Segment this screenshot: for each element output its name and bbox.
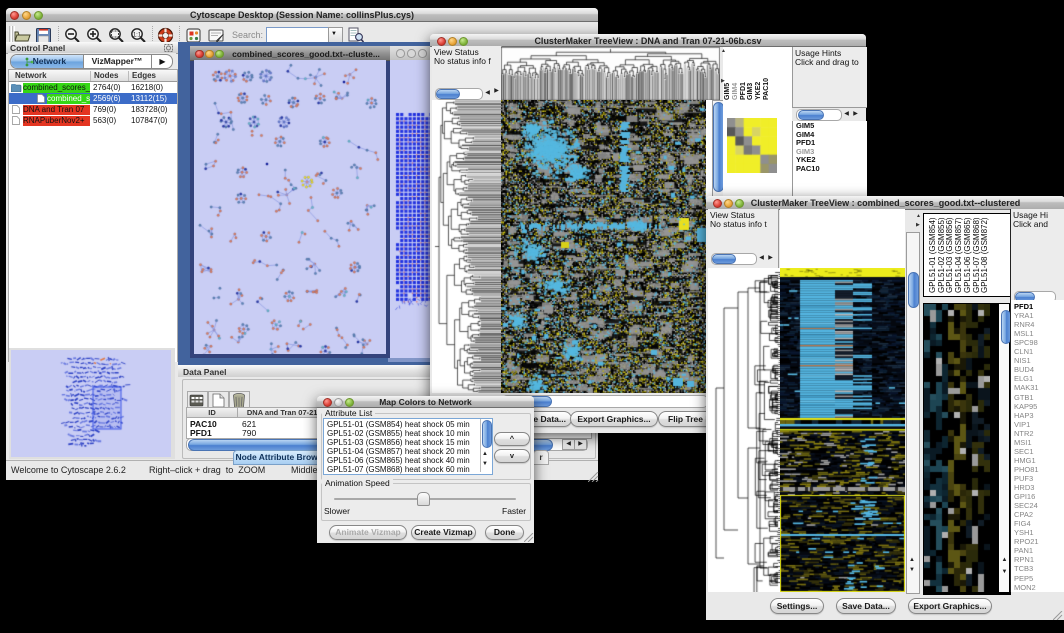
svg-text:1:1: 1:1: [133, 33, 142, 39]
